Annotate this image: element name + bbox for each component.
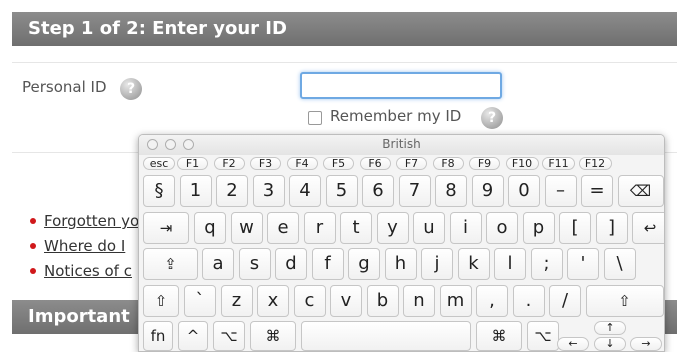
- key[interactable]: o: [486, 212, 518, 244]
- key[interactable]: F2: [213, 157, 245, 170]
- key[interactable]: ⇥: [143, 212, 189, 244]
- titlebar: British: [139, 135, 664, 155]
- key[interactable]: fn: [143, 321, 173, 351]
- key[interactable]: y: [376, 212, 409, 244]
- personal-id-input[interactable]: [300, 72, 502, 99]
- window-title: British: [382, 137, 421, 151]
- key[interactable]: ⇪: [143, 248, 198, 280]
- personal-id-label: Personal ID: [22, 78, 107, 96]
- key[interactable]: n: [403, 285, 435, 317]
- key[interactable]: §: [143, 175, 175, 207]
- key[interactable]: 6: [362, 175, 394, 207]
- key[interactable]: 5: [325, 175, 358, 207]
- key[interactable]: ⌥: [213, 321, 245, 351]
- key[interactable]: F1: [177, 157, 208, 170]
- key[interactable]: F8: [432, 157, 464, 170]
- key[interactable]: esc: [143, 157, 175, 170]
- key[interactable]: r: [303, 212, 336, 244]
- key[interactable]: =: [581, 175, 613, 207]
- key[interactable]: F6: [359, 157, 391, 170]
- key[interactable]: u: [413, 212, 445, 244]
- key[interactable]: –: [544, 175, 577, 207]
- key[interactable]: .: [512, 285, 545, 317]
- key[interactable]: h: [384, 248, 417, 280]
- key[interactable]: ⇧: [585, 285, 664, 317]
- key[interactable]: 3: [252, 175, 285, 207]
- key[interactable]: v: [330, 285, 362, 317]
- key[interactable]: ]: [595, 212, 628, 244]
- key[interactable]: k: [457, 248, 490, 280]
- key[interactable]: `: [184, 285, 216, 317]
- key[interactable]: ^: [178, 321, 208, 351]
- divider: [12, 62, 677, 63]
- key[interactable]: [: [559, 212, 591, 244]
- key[interactable]: j: [421, 248, 453, 280]
- remember-label: Remember my ID: [330, 107, 462, 125]
- key[interactable]: 4: [289, 175, 321, 207]
- key[interactable]: F11: [542, 157, 575, 170]
- key[interactable]: ⌘: [476, 321, 522, 351]
- key[interactable]: x: [257, 285, 289, 317]
- key[interactable]: F9: [469, 157, 500, 170]
- key[interactable]: F7: [396, 157, 427, 170]
- key[interactable]: F12: [578, 157, 612, 170]
- key[interactable]: /: [549, 285, 581, 317]
- key[interactable]: 0: [508, 175, 540, 207]
- key[interactable]: [301, 321, 471, 351]
- key[interactable]: \: [603, 248, 636, 280]
- key[interactable]: c: [293, 285, 326, 317]
- key[interactable]: w: [230, 212, 263, 244]
- key[interactable]: ↑: [594, 321, 626, 335]
- key[interactable]: z: [220, 285, 253, 317]
- key[interactable]: ,: [476, 285, 508, 317]
- key[interactable]: ⇧: [143, 285, 179, 317]
- key[interactable]: ⌥: [527, 321, 559, 351]
- key[interactable]: 8: [435, 175, 467, 207]
- key[interactable]: g: [348, 248, 380, 280]
- key[interactable]: a: [202, 248, 234, 280]
- key[interactable]: l: [494, 248, 526, 280]
- keyboard-viewer-window: British esc F1 F2 F3 F4 F5 F6 F7 F8 F9 F10 F11 F12 § 1…: [138, 134, 665, 352]
- bullet-icon: [30, 243, 36, 249]
- bullet-icon: [30, 218, 36, 224]
- key[interactable]: 9: [471, 175, 504, 207]
- key[interactable]: d: [275, 248, 307, 280]
- key[interactable]: F4: [286, 157, 318, 170]
- key[interactable]: p: [522, 212, 555, 244]
- key[interactable]: ⌫: [617, 175, 664, 207]
- step-header: Step 1 of 2: Enter your ID: [12, 12, 677, 46]
- key[interactable]: ;: [530, 248, 563, 280]
- key[interactable]: m: [439, 285, 472, 317]
- remember-checkbox[interactable]: [308, 111, 322, 125]
- key[interactable]: b: [366, 285, 399, 317]
- key[interactable]: s: [238, 248, 271, 280]
- key[interactable]: 2: [216, 175, 248, 207]
- bullet-icon: [30, 268, 36, 274]
- key[interactable]: q: [194, 212, 226, 244]
- key[interactable]: F3: [250, 157, 281, 170]
- remember-help-icon[interactable]: ?: [481, 107, 503, 129]
- key[interactable]: 1: [179, 175, 212, 207]
- key[interactable]: i: [449, 212, 482, 244]
- key[interactable]: t: [340, 212, 372, 244]
- key[interactable]: ←: [557, 337, 589, 351]
- help-icon[interactable]: ?: [120, 78, 142, 100]
- key[interactable]: 7: [398, 175, 431, 207]
- key[interactable]: ↩: [632, 212, 664, 244]
- key[interactable]: ': [567, 248, 599, 280]
- key[interactable]: F5: [323, 157, 354, 170]
- key[interactable]: e: [267, 212, 299, 244]
- key[interactable]: →: [630, 337, 662, 351]
- key[interactable]: f: [311, 248, 344, 280]
- key[interactable]: ⌘: [250, 321, 296, 351]
- key[interactable]: F10: [505, 157, 539, 170]
- key[interactable]: ↓: [594, 337, 626, 351]
